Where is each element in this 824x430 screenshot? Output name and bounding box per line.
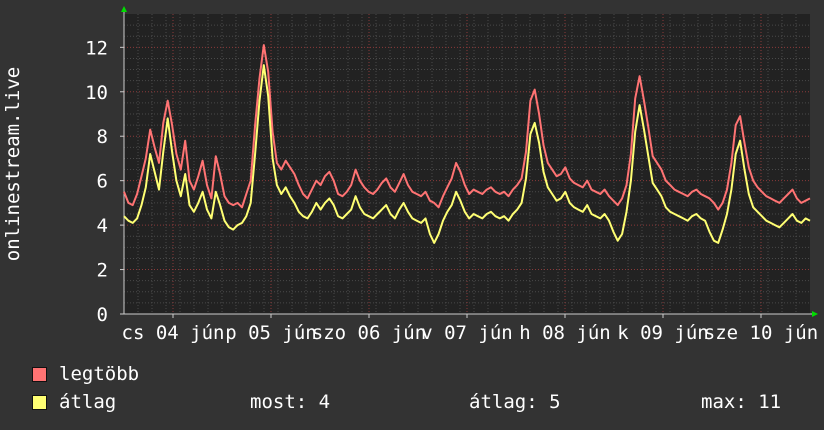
y-axis-arrow bbox=[121, 6, 127, 12]
y-tick-label: 2 bbox=[97, 260, 108, 282]
x-tick-label: v 07 jún bbox=[421, 322, 513, 344]
legend-label-legtobb: legtöbb bbox=[59, 363, 140, 385]
legend-item-legtobb: legtöbb bbox=[32, 363, 139, 385]
stat-now: most: 4 bbox=[250, 391, 331, 413]
y-tick-label: 4 bbox=[97, 215, 108, 237]
y-tick-label: 12 bbox=[85, 37, 108, 59]
x-tick-label: p 05 jún bbox=[225, 322, 317, 344]
chart: 0 2 4 6 8 10 12 cs 04 jún p 05 jún szo 06 jún v 07… bbox=[0, 0, 824, 430]
y-tick-label: 6 bbox=[97, 171, 108, 193]
stat-max: max: 11 bbox=[701, 391, 782, 413]
x-tick-label: k 09 jún bbox=[617, 322, 709, 344]
y-tick-label: 8 bbox=[97, 126, 108, 148]
x-axis-arrow bbox=[812, 311, 818, 317]
y-tick-label: 10 bbox=[85, 82, 108, 104]
legend-swatch-legtobb bbox=[32, 366, 47, 382]
x-tick-label: sze 10 jún bbox=[704, 322, 818, 344]
stat-average: átlag: 5 bbox=[469, 391, 561, 413]
y-tick-label: 0 bbox=[97, 304, 108, 326]
x-tick-label: szo 06 jún bbox=[312, 322, 426, 344]
legend-item-atlag: átlag bbox=[32, 391, 116, 413]
x-tick-label: h 08 jún bbox=[519, 322, 611, 344]
x-tick-label: cs 04 jún bbox=[122, 322, 225, 344]
y-axis-label: onlinestream.live bbox=[2, 67, 24, 261]
legend-swatch-atlag bbox=[32, 394, 47, 410]
legend-label-atlag: átlag bbox=[59, 391, 117, 413]
